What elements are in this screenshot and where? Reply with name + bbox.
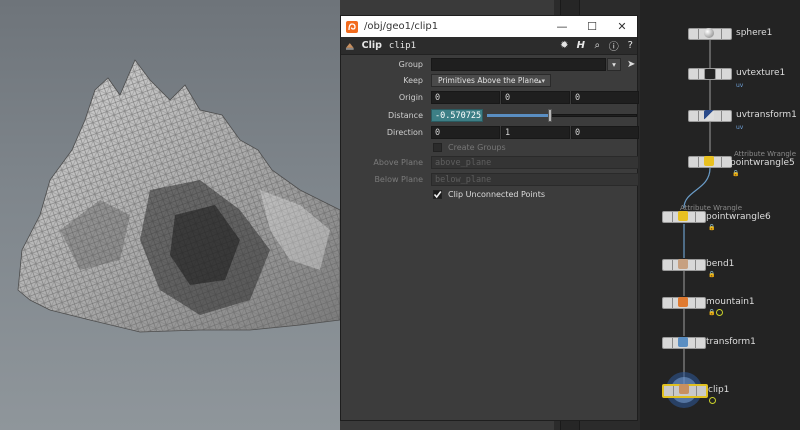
lock-icon: 🔒	[708, 309, 716, 316]
clip-icon	[679, 384, 689, 394]
node-name-field[interactable]	[386, 39, 555, 52]
below-plane-row: Below Plane below_plane	[341, 172, 639, 186]
clip-node-icon	[345, 42, 354, 50]
distance-field[interactable]: -0.570725	[431, 108, 483, 122]
node-name: sphere1	[736, 28, 773, 38]
direction-z-field[interactable]: 0	[571, 125, 639, 139]
gear-icon[interactable]: ✹	[558, 39, 571, 53]
transform-icon	[678, 337, 688, 347]
node-sub: uv	[736, 124, 744, 131]
origin-row: Origin 0 0 0	[341, 90, 639, 104]
origin-z-field[interactable]: 0	[571, 90, 639, 104]
node-name: uvtexture1	[736, 68, 786, 78]
create-groups-checkbox[interactable]	[433, 142, 442, 152]
network-editor[interactable]: sphere1 uvtexture1 uv uvtransform1 uv At…	[640, 0, 800, 430]
slider-fill	[487, 113, 550, 117]
template-flag-icon	[709, 397, 716, 404]
lock-icon: 🔒	[708, 224, 716, 231]
template-flag-icon	[716, 309, 723, 316]
keep-label: Keep	[403, 75, 423, 85]
help-script-icon[interactable]: H	[574, 39, 587, 53]
help-icon[interactable]: ?	[624, 39, 637, 53]
scene-viewport[interactable]	[0, 0, 340, 430]
group-dropdown-icon[interactable]: ▾	[607, 57, 621, 71]
node-type-label: Clip	[361, 40, 382, 51]
distance-label: Distance	[388, 110, 423, 120]
group-row: Group ▾ ➤	[341, 57, 635, 71]
origin-label: Origin	[398, 92, 423, 102]
below-plane-label: Below Plane	[374, 174, 423, 184]
sphere-icon	[704, 28, 714, 38]
lock-icon: 🔒	[708, 271, 716, 278]
group-label: Group	[398, 59, 423, 69]
direction-row: Direction 0 1 0	[341, 125, 639, 139]
bend-icon	[678, 259, 688, 269]
close-button[interactable]: ✕	[607, 20, 637, 33]
slider-handle[interactable]	[548, 108, 552, 122]
menu-arrows-icon: ▴▾	[537, 76, 545, 85]
node-name: pointwrangle6	[706, 212, 771, 222]
clipped-mountain-geometry	[17, 59, 340, 333]
below-plane-field[interactable]: below_plane	[431, 172, 639, 186]
window-title: /obj/geo1/clip1	[364, 21, 439, 32]
node-name: clip1	[708, 385, 730, 395]
wrangle-icon	[678, 211, 688, 221]
node-sub: uv	[736, 82, 744, 89]
clip-unconnected-checkbox[interactable]	[433, 189, 442, 199]
lock-icon: 🔒	[732, 170, 740, 177]
mountain-icon	[678, 297, 688, 307]
above-plane-row: Above Plane above_plane	[341, 155, 639, 169]
clip-unconnected-row: Clip Unconnected Points	[341, 187, 545, 201]
wrangle-icon	[704, 156, 714, 166]
node-name: mountain1	[706, 297, 755, 307]
clip-unconnected-label: Clip Unconnected Points	[448, 189, 546, 199]
node-name: transform1	[706, 337, 756, 347]
above-plane-field[interactable]: above_plane	[431, 155, 639, 169]
arrow-select-icon[interactable]: ➤	[627, 59, 635, 70]
direction-y-field[interactable]: 1	[501, 125, 570, 139]
houdini-logo-icon	[346, 20, 358, 33]
create-groups-label: Create Groups	[448, 142, 506, 152]
node-type: Attribute Wrangle	[734, 150, 797, 158]
distance-slider[interactable]	[487, 108, 637, 122]
node-name: uvtransform1	[736, 110, 797, 120]
keep-row: Keep Primitives Above the Plane ▴▾	[341, 73, 551, 87]
checkmark-icon	[433, 190, 442, 198]
distance-row: Distance -0.570725	[341, 108, 637, 122]
minimize-button[interactable]: —	[547, 20, 577, 33]
create-groups-row: Create Groups	[341, 140, 506, 154]
origin-x-field[interactable]: 0	[431, 90, 500, 104]
keep-menu[interactable]: Primitives Above the Plane ▴▾	[431, 73, 551, 87]
node-name: pointwrangle5	[730, 158, 795, 168]
keep-menu-value: Primitives Above the Plane	[438, 75, 539, 85]
uvtexture-icon	[704, 68, 716, 80]
window-titlebar[interactable]: /obj/geo1/clip1 — ☐ ✕	[341, 16, 637, 37]
parameter-window: /obj/geo1/clip1 — ☐ ✕ Clip ✹ H ⌕ ⓘ ? Gro…	[340, 15, 639, 421]
origin-y-field[interactable]: 0	[501, 90, 570, 104]
parameter-toolbar: Clip ✹ H ⌕ ⓘ ?	[341, 37, 637, 55]
above-plane-label: Above Plane	[373, 157, 423, 167]
direction-x-field[interactable]: 0	[431, 125, 500, 139]
uvtransform-icon	[704, 110, 714, 120]
info-icon[interactable]: ⓘ	[607, 39, 620, 53]
group-field[interactable]	[431, 57, 606, 71]
maximize-button[interactable]: ☐	[577, 20, 607, 33]
node-name: bend1	[706, 259, 735, 269]
direction-label: Direction	[386, 127, 423, 137]
search-icon[interactable]: ⌕	[591, 39, 604, 53]
